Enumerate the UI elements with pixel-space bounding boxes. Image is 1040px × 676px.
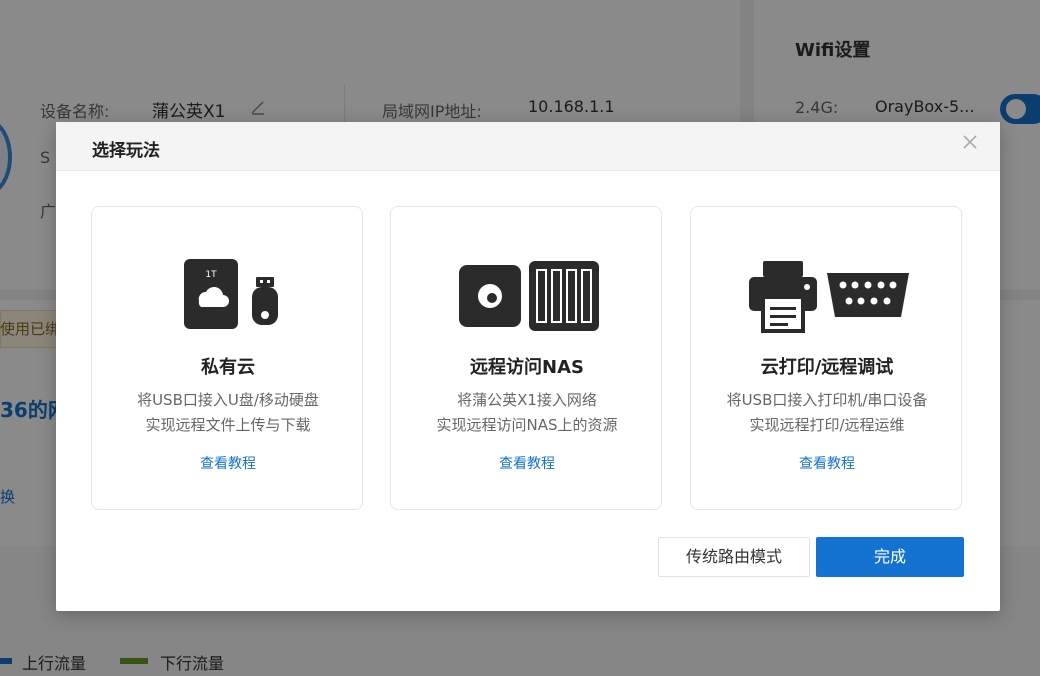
card-cloud-print[interactable]: 云打印/远程调试 将USB口接入打印机/串口设备 实现远程打印/远程运维 查看教… (690, 206, 962, 510)
dialog-title: 选择玩法 (92, 141, 160, 161)
card-remote-nas[interactable]: 远程访问NAS 将蒲公英X1接入网络 实现远程访问NAS上的资源 查看教程 (390, 206, 662, 510)
card-title: 私有云 (201, 357, 255, 378)
select-mode-dialog: 选择玩法 1T 私有云 将USB口接入U盘/移动硬盘 实现远程文件上传与下载 查… (56, 122, 1000, 611)
page: 设备名称: 蒲公英X1 S 广 局域网IP地址: 10.168.1.1 Wifi… (0, 0, 1040, 676)
tutorial-link[interactable]: 查看教程 (92, 453, 364, 473)
tutorial-link[interactable]: 查看教程 (691, 453, 963, 473)
printer-serial-icon (749, 261, 909, 333)
card-title: 云打印/远程调试 (760, 357, 894, 378)
close-icon[interactable] (962, 134, 978, 150)
tutorial-link[interactable]: 查看教程 (391, 453, 663, 473)
dialog-header: 选择玩法 (56, 122, 1000, 171)
card-private-cloud[interactable]: 1T 私有云 将USB口接入U盘/移动硬盘 实现远程文件上传与下载 查看教程 (91, 206, 363, 510)
cloud-storage-icon: 1T (184, 259, 278, 329)
card-desc-line2: 实现远程文件上传与下载 (145, 416, 311, 434)
card-title: 远程访问NAS (470, 357, 584, 378)
capacity-text: 1T (205, 270, 217, 280)
nas-icon (459, 261, 599, 331)
card-desc-line2: 实现远程访问NAS上的资源 (436, 416, 618, 434)
done-button[interactable]: 完成 (816, 537, 964, 577)
card-desc-line1: 将蒲公英X1接入网络 (457, 391, 597, 409)
card-desc-line1: 将USB口接入U盘/移动硬盘 (137, 391, 319, 409)
traditional-router-mode-button[interactable]: 传统路由模式 (658, 537, 810, 577)
card-desc-line2: 实现远程打印/远程运维 (749, 416, 905, 434)
card-desc-line1: 将USB口接入打印机/串口设备 (726, 391, 928, 409)
